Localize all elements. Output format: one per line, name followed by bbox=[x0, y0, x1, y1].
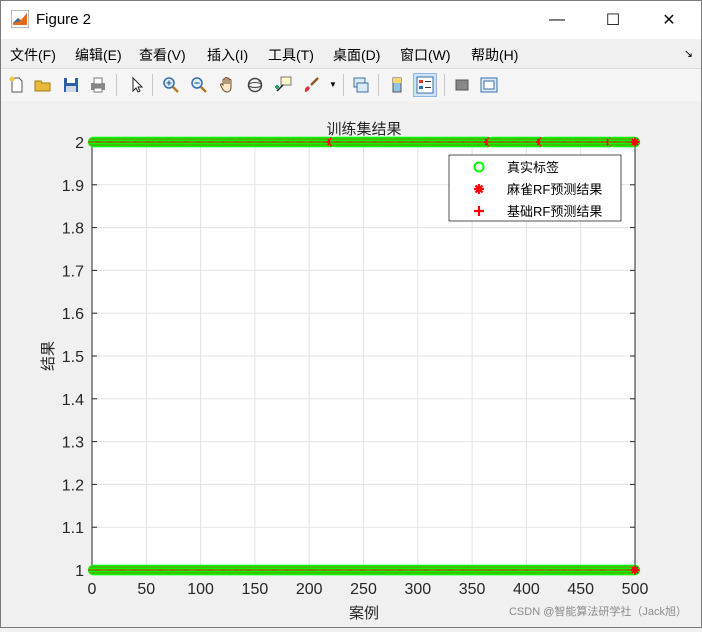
pan-button[interactable] bbox=[215, 73, 239, 97]
legend-icon bbox=[416, 76, 434, 94]
close-button[interactable]: ✕ bbox=[646, 1, 692, 39]
open-file-button[interactable] bbox=[31, 73, 55, 97]
toolbar-separator bbox=[343, 74, 344, 96]
menu-file[interactable]: 文件(F) bbox=[10, 45, 56, 65]
x-tick-label: 500 bbox=[622, 581, 649, 598]
x-tick-label: 400 bbox=[513, 581, 540, 598]
y-tick-label: 1.5 bbox=[62, 349, 84, 366]
show-plot-tools-icon bbox=[480, 77, 498, 93]
x-tick-label: 200 bbox=[296, 581, 323, 598]
brush-button[interactable] bbox=[299, 73, 323, 97]
rotate-3d-button[interactable] bbox=[243, 73, 267, 97]
x-tick-label: 0 bbox=[88, 581, 97, 598]
y-axis-label: 结果 bbox=[40, 341, 57, 371]
toolbar-separator bbox=[378, 74, 379, 96]
window-title: Figure 2 bbox=[36, 11, 92, 28]
toolbar-separator bbox=[116, 74, 117, 96]
legend-label-true: 真实标签 bbox=[507, 160, 559, 175]
hide-plot-tools-icon bbox=[455, 79, 469, 91]
menu-bar: 文件(F) 编辑(E) 查看(V) 插入(I) 工具(T) 桌面(D) 窗口(W… bbox=[1, 41, 701, 67]
x-tick-label: 100 bbox=[187, 581, 214, 598]
pointer-button[interactable] bbox=[125, 73, 149, 97]
figure-window: Figure 2 — ☐ ✕ 文件(F) 编辑(E) 查看(V) 插入(I) 工… bbox=[0, 0, 702, 628]
x-tick-label: 350 bbox=[459, 581, 486, 598]
minimize-button[interactable]: — bbox=[534, 1, 580, 39]
legend-label-ssa-rf: 麻雀RF预测结果 bbox=[507, 182, 602, 197]
x-tick-label: 50 bbox=[137, 581, 155, 598]
dock-arrow-icon[interactable]: ↘ bbox=[684, 47, 693, 60]
new-figure-button[interactable] bbox=[5, 73, 29, 97]
new-figure-icon bbox=[9, 76, 23, 93]
legend[interactable]: 真实标签 麻雀RF预测结果 基础RF预测结果 bbox=[448, 154, 622, 222]
toolbar-separator bbox=[444, 74, 445, 96]
zoom-in-button[interactable] bbox=[159, 73, 183, 97]
colorbar-button[interactable] bbox=[385, 73, 409, 97]
y-tick-label: 1.1 bbox=[62, 520, 84, 537]
y-tick-label: 1.6 bbox=[62, 306, 84, 323]
x-axis-label: 案例 bbox=[349, 604, 379, 622]
figure-canvas: 0 50 100 150 200 250 300 350 400 450 500 1 1.1 1.2 1.3… bbox=[1, 101, 701, 627]
chart-title: 训练集结果 bbox=[326, 121, 401, 138]
brush-icon bbox=[304, 77, 319, 92]
training-results-chart: 0 50 100 150 200 250 300 350 400 450 500 1 1.1 1.2 1.3… bbox=[40, 121, 649, 622]
brush-dropdown-icon[interactable]: ▼ bbox=[329, 80, 337, 89]
y-tick-label: 1.4 bbox=[62, 392, 84, 409]
print-icon bbox=[91, 77, 105, 93]
link-plot-icon bbox=[353, 77, 369, 93]
menu-insert[interactable]: 插入(I) bbox=[207, 45, 248, 65]
save-button[interactable] bbox=[59, 73, 83, 97]
link-plot-button[interactable] bbox=[349, 73, 373, 97]
y-tick-label: 1.3 bbox=[62, 435, 84, 452]
menu-edit[interactable]: 编辑(E) bbox=[75, 45, 122, 65]
minimize-icon: — bbox=[549, 11, 565, 28]
y-tick-label: 2 bbox=[75, 135, 84, 152]
close-icon: ✕ bbox=[662, 12, 676, 29]
legend-button[interactable] bbox=[413, 73, 437, 97]
maximize-button[interactable]: ☐ bbox=[590, 1, 636, 39]
maximize-icon: ☐ bbox=[605, 12, 621, 29]
y-tick-label: 1 bbox=[75, 563, 84, 580]
title-bar: Figure 2 — ☐ ✕ bbox=[1, 1, 701, 39]
save-icon bbox=[64, 78, 78, 92]
open-file-icon bbox=[34, 80, 51, 92]
pointer-icon bbox=[132, 76, 144, 93]
zoom-in-icon bbox=[163, 77, 179, 93]
menu-tools[interactable]: 工具(T) bbox=[268, 45, 314, 65]
matlab-logo-icon bbox=[11, 10, 29, 28]
y-tick-label: 1.7 bbox=[62, 263, 84, 280]
pan-hand-icon bbox=[219, 76, 232, 93]
toolbar: ▼ bbox=[1, 68, 701, 102]
rotate-3d-icon bbox=[247, 77, 263, 93]
y-tick-label: 1.8 bbox=[62, 221, 84, 238]
data-cursor-button[interactable] bbox=[271, 73, 295, 97]
y-tick-label: 1.2 bbox=[62, 477, 84, 494]
legend-label-base-rf: 基础RF预测结果 bbox=[507, 204, 602, 219]
toolbar-separator bbox=[152, 74, 153, 96]
show-plot-tools-button[interactable] bbox=[477, 73, 501, 97]
hide-plot-tools-button[interactable] bbox=[450, 73, 474, 97]
menu-window[interactable]: 窗口(W) bbox=[400, 45, 451, 65]
colorbar-icon bbox=[392, 77, 402, 93]
x-tick-label: 250 bbox=[350, 581, 377, 598]
menu-desktop[interactable]: 桌面(D) bbox=[333, 45, 380, 65]
data-cursor-icon bbox=[275, 76, 292, 92]
x-tick-label: 300 bbox=[404, 581, 431, 598]
y-tick-label: 1.9 bbox=[62, 178, 84, 195]
watermark: CSDN @智能算法研学社（Jack旭） bbox=[508, 606, 687, 618]
x-tick-label: 450 bbox=[567, 581, 594, 598]
zoom-out-icon bbox=[191, 77, 207, 93]
zoom-out-button[interactable] bbox=[187, 73, 211, 97]
x-tick-label: 150 bbox=[242, 581, 269, 598]
legend-marker-ssa-rf bbox=[474, 184, 484, 194]
menu-view[interactable]: 查看(V) bbox=[139, 45, 186, 65]
menu-help[interactable]: 帮助(H) bbox=[471, 45, 518, 65]
print-button[interactable] bbox=[86, 73, 110, 97]
